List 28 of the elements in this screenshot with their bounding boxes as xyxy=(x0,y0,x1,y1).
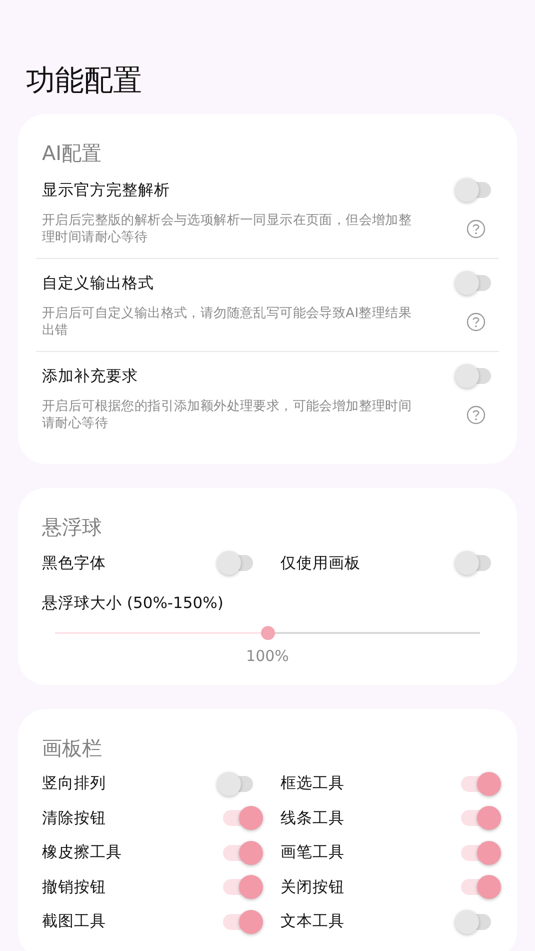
page-title: 功能配置 xyxy=(26,62,143,99)
setting-label: 画笔工具 xyxy=(280,842,344,864)
setting-label: 截图工具 xyxy=(42,911,106,932)
help-icon[interactable] xyxy=(466,405,486,425)
setting-label: 黑色字体 xyxy=(42,552,106,574)
help-icon[interactable] xyxy=(466,312,486,332)
setting-label: 线条工具 xyxy=(280,808,344,829)
setting-label: 关闭按钮 xyxy=(280,876,344,898)
setting-label: 添加补充要求 xyxy=(42,366,138,386)
slider-label: 悬浮球大小 (50%-150%) xyxy=(41,592,224,614)
setting-label: 竖向排列 xyxy=(42,773,106,794)
section-heading: 画板栏 xyxy=(41,734,103,762)
setting-label: 橡皮擦工具 xyxy=(42,842,122,864)
setting-label: 框选工具 xyxy=(280,773,344,794)
setting-label: 显示官方完整解析 xyxy=(42,180,170,200)
setting-label: 仅使用画板 xyxy=(280,552,360,574)
size-slider[interactable] xyxy=(55,624,480,640)
setting-description: 开启后完整版的解析会与选项解析一同显示在页面，但会增加整理时间请耐心等待 xyxy=(42,212,413,246)
setting-label: 清除按钮 xyxy=(42,808,106,829)
setting-description: 开启后可自定义输出格式，请勿随意乱写可能会导致AI整理结果出错 xyxy=(42,305,413,339)
setting-label: 文本工具 xyxy=(280,911,344,932)
section-heading: 悬浮球 xyxy=(41,514,103,541)
setting-label: 自定义输出格式 xyxy=(42,272,154,294)
setting-description: 开启后可根据您的指引添加额外处理要求，可能会增加整理时间请耐心等待 xyxy=(42,398,413,432)
slider-value: 100% xyxy=(246,646,289,664)
help-icon[interactable] xyxy=(466,219,486,239)
section-heading: AI配置 xyxy=(41,140,103,167)
setting-label: 撤销按钮 xyxy=(42,876,106,898)
